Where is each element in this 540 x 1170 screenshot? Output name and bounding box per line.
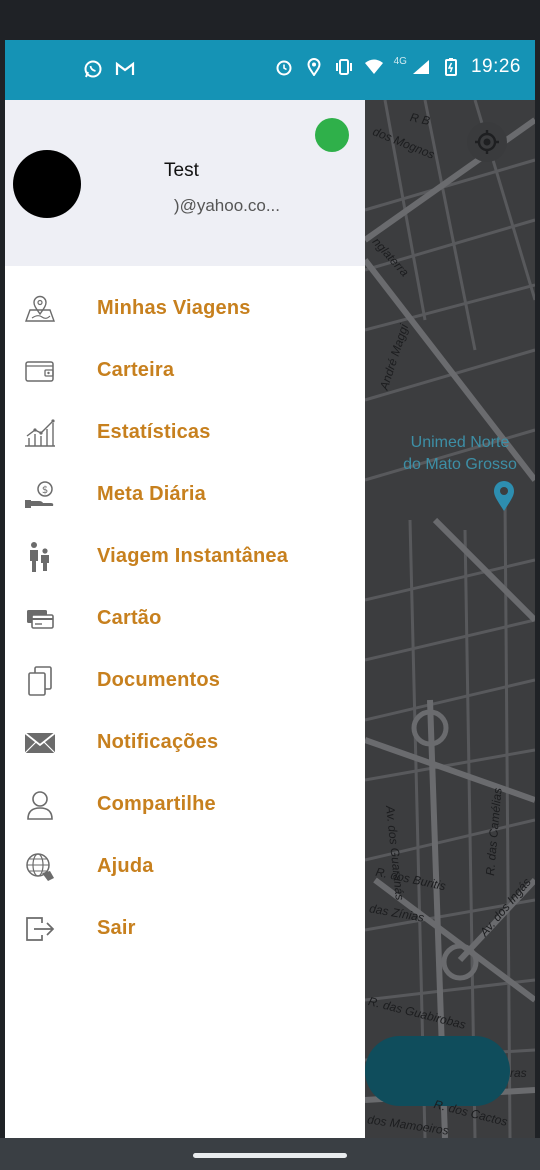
chart-icon bbox=[23, 417, 57, 449]
menu-item-label: Compartilhe bbox=[97, 793, 216, 815]
menu-item-notificacoes[interactable]: Notificações bbox=[5, 712, 365, 774]
action-pill-button[interactable] bbox=[365, 1036, 510, 1106]
wallet-icon bbox=[23, 355, 57, 387]
menu-item-sair[interactable]: Sair bbox=[5, 898, 365, 960]
menu-item-meta-diaria[interactable]: $ Meta Diária bbox=[5, 464, 365, 526]
envelope-icon bbox=[23, 727, 57, 759]
drawer-menu: Minhas Viagens Carteira Estatísticas $ M… bbox=[5, 278, 365, 960]
menu-item-label: Notificações bbox=[97, 731, 219, 753]
user-name: Test bbox=[164, 160, 199, 181]
avatar[interactable] bbox=[13, 150, 81, 218]
poi-label-line2: do Mato Grosso bbox=[403, 456, 517, 473]
user-icon bbox=[23, 789, 57, 821]
crosshair-icon bbox=[475, 130, 499, 154]
location-icon bbox=[304, 56, 324, 78]
people-icon bbox=[23, 541, 57, 573]
menu-item-label: Cartão bbox=[97, 607, 162, 629]
money-hand-icon: $ bbox=[23, 479, 57, 511]
drawer-header: Test )@yahoo.co... bbox=[5, 100, 365, 266]
menu-item-cartao[interactable]: Cartão bbox=[5, 588, 365, 650]
svg-text:$: $ bbox=[42, 485, 48, 496]
alarm-icon bbox=[274, 56, 294, 78]
status-bar: 4G 19:26 bbox=[5, 40, 535, 100]
menu-item-compartilhe[interactable]: Compartilhe bbox=[5, 774, 365, 836]
home-indicator[interactable] bbox=[193, 1153, 347, 1158]
status-time: 19:26 bbox=[470, 56, 521, 77]
menu-item-label: Carteira bbox=[97, 359, 175, 381]
gmail-icon bbox=[115, 58, 135, 80]
signal-icon bbox=[411, 56, 431, 78]
navigation-drawer: Test )@yahoo.co... Minhas Viagens Cartei… bbox=[5, 100, 365, 1138]
menu-item-viagem-instantanea[interactable]: Viagem Instantânea bbox=[5, 526, 365, 588]
menu-item-carteira[interactable]: Carteira bbox=[5, 340, 365, 402]
system-nav-bar bbox=[0, 1138, 540, 1170]
online-status-indicator bbox=[315, 118, 349, 152]
menu-item-ajuda[interactable]: Ajuda bbox=[5, 836, 365, 898]
my-location-button[interactable] bbox=[467, 122, 507, 162]
documents-icon bbox=[23, 665, 57, 697]
vibrate-icon bbox=[334, 56, 354, 78]
menu-item-label: Meta Diária bbox=[97, 483, 206, 505]
menu-item-label: Sair bbox=[97, 917, 136, 939]
map-pin-icon[interactable] bbox=[493, 480, 515, 512]
menu-item-label: Estatísticas bbox=[97, 421, 211, 443]
menu-item-label: Ajuda bbox=[97, 855, 154, 877]
poi-label-line1: Unimed Norte bbox=[410, 434, 510, 451]
menu-item-estatisticas[interactable]: Estatísticas bbox=[5, 402, 365, 464]
network-type: 4G bbox=[393, 55, 407, 67]
whatsapp-icon bbox=[83, 58, 103, 80]
user-email: )@yahoo.co... bbox=[173, 196, 280, 215]
wifi-icon bbox=[364, 56, 384, 78]
street-label: ras bbox=[510, 1066, 527, 1080]
poi-label[interactable]: Unimed Norte do Mato Grosso bbox=[390, 432, 530, 476]
menu-item-minhas-viagens[interactable]: Minhas Viagens bbox=[5, 278, 365, 340]
top-bezel bbox=[0, 0, 540, 40]
menu-item-documentos[interactable]: Documentos bbox=[5, 650, 365, 712]
globe-help-icon bbox=[23, 851, 57, 883]
map-pin-icon bbox=[23, 293, 57, 325]
battery-icon bbox=[441, 56, 461, 78]
menu-item-label: Viagem Instantânea bbox=[97, 545, 289, 567]
card-icon bbox=[23, 603, 57, 635]
menu-item-label: Documentos bbox=[97, 669, 221, 691]
menu-item-label: Minhas Viagens bbox=[97, 297, 251, 319]
exit-icon bbox=[23, 913, 57, 945]
